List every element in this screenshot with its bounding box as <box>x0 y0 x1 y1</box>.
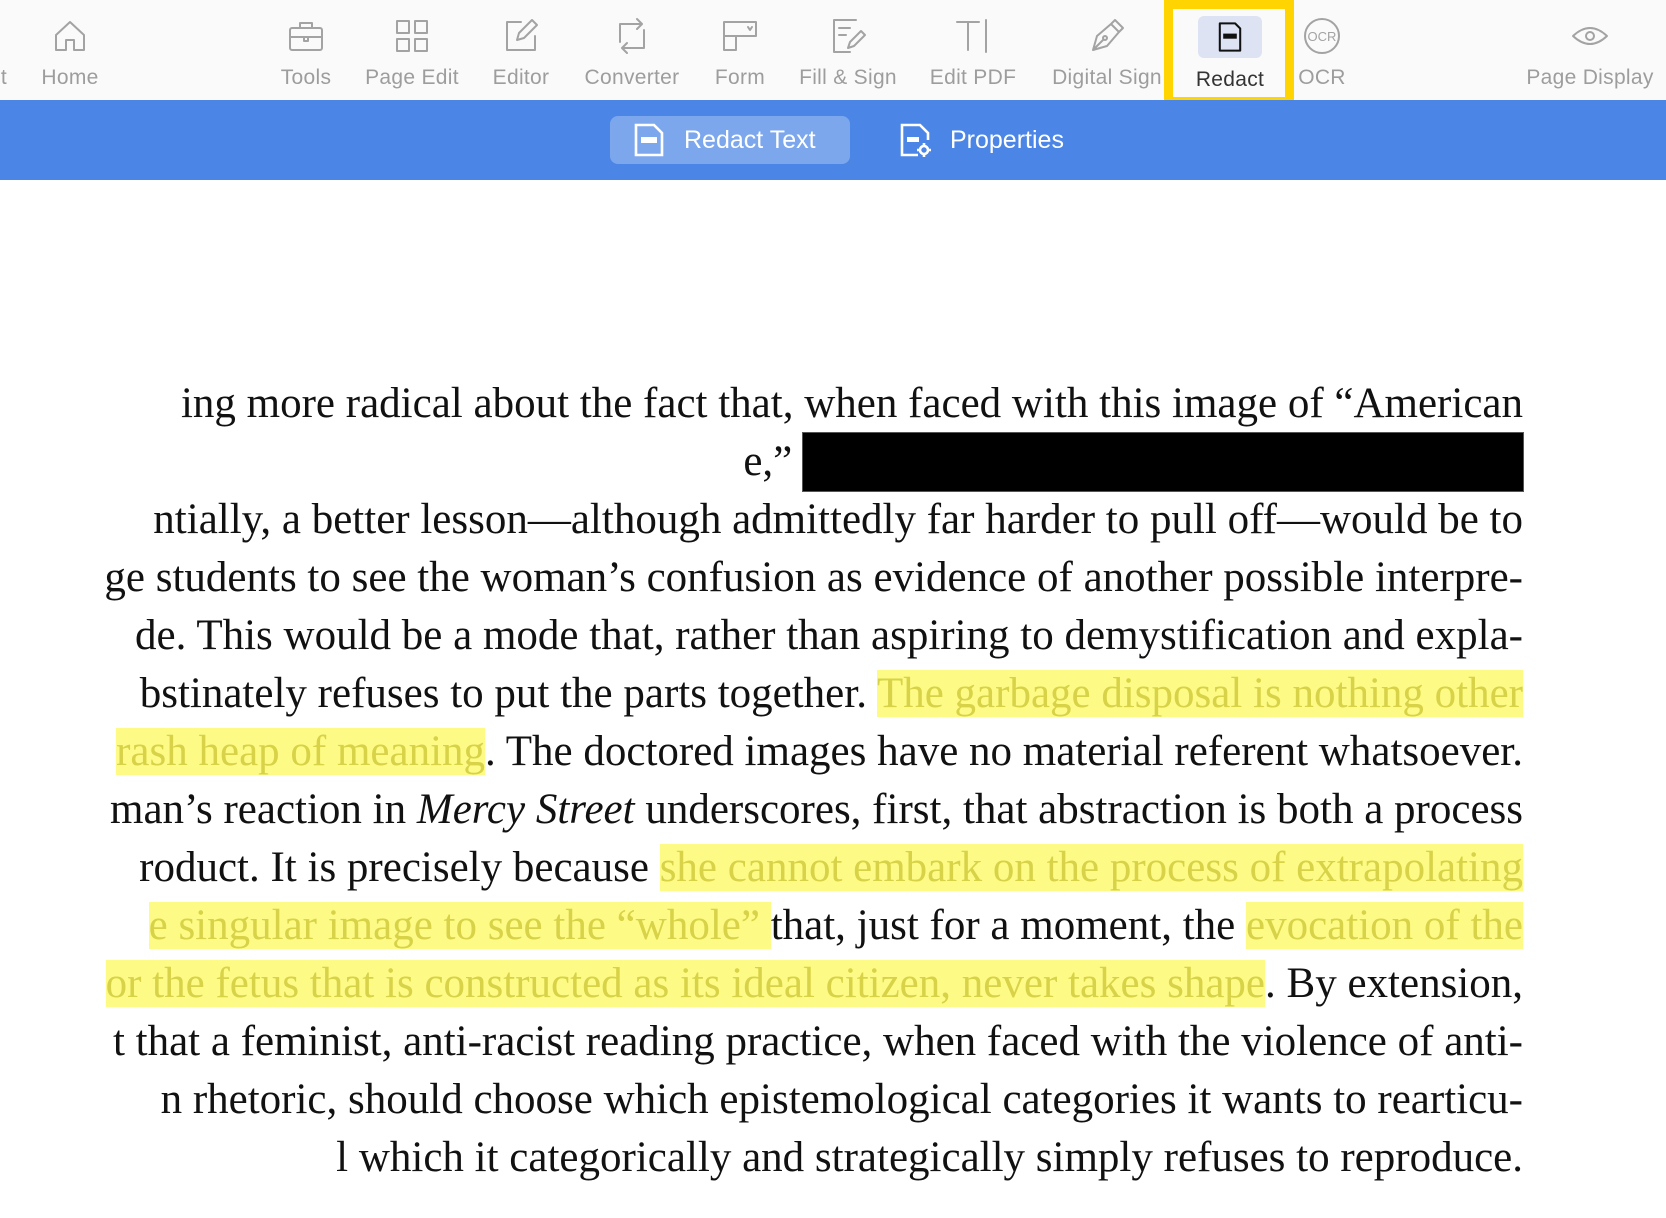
toolbar-item-truncated[interactable]: t <box>0 0 16 100</box>
text-line[interactable]: ntially, a better lesson—although admitt… <box>0 491 1523 549</box>
toolbar-item-label: Digital Sign <box>1052 66 1162 89</box>
pen-nib-icon <box>1085 14 1129 58</box>
toolbar-item-fill-sign[interactable]: Fill & Sign <box>788 0 908 100</box>
ocr-icon: OCR <box>1300 14 1344 58</box>
toolbar-item-label: Converter <box>584 66 680 89</box>
fill-sign-icon <box>826 14 870 58</box>
main-toolbar: t Home Tools Page Edit Editor Converter … <box>0 0 1666 101</box>
briefcase-icon <box>284 14 328 58</box>
toolbar-item-label: Home <box>41 66 99 89</box>
text-line[interactable]: de. This would be a mode that, rather th… <box>0 607 1523 665</box>
toolbar-item-label: Page Display <box>1526 66 1654 89</box>
text-run: underscores, first, that abstraction is … <box>634 786 1523 833</box>
text-line[interactable]: ing more radical about the fact that, wh… <box>0 375 1523 433</box>
toolbar-item-edit-pdf[interactable]: Edit PDF <box>920 0 1026 100</box>
toolbar-item-form[interactable]: Form <box>700 0 780 100</box>
toolbar-item-label: Edit PDF <box>929 66 1017 89</box>
toolbar-item-home[interactable]: Home <box>30 0 110 100</box>
toolbar-item-label: Tools <box>280 66 332 89</box>
redaction-mark-highlight: or the fetus that is constructed as its … <box>105 960 1266 1007</box>
eye-icon <box>1568 14 1612 58</box>
redaction-box[interactable] <box>803 433 1523 491</box>
text-line[interactable]: e,” <box>0 433 1523 491</box>
text-line[interactable]: e singular image to see the “whole” that… <box>0 897 1523 955</box>
toolbar-item-label: Editor <box>492 66 550 89</box>
toolbar-item-page-display[interactable]: Page Display <box>1520 0 1660 100</box>
grid-icon <box>390 14 434 58</box>
text-run: de. This would be a mode that, rather th… <box>135 612 1523 659</box>
text-run: that, just for a moment, the <box>770 902 1246 949</box>
properties-label: Properties <box>950 125 1064 154</box>
redaction-mark-highlight: she cannot embark on the process of extr… <box>659 844 1523 891</box>
toolbar-item-ocr[interactable]: OCR OCR <box>1294 0 1350 100</box>
text-line[interactable]: n rhetoric, should choose which epistemo… <box>0 1071 1523 1129</box>
text-run: . The doctored images have no material r… <box>485 728 1523 775</box>
toolbar-item-page-edit[interactable]: Page Edit <box>360 0 464 100</box>
redaction-mark-highlight: evocation of the <box>1245 902 1523 949</box>
toolbar-item-redact[interactable]: Redact <box>1178 0 1282 100</box>
toolbar-item-converter[interactable]: Converter <box>580 0 684 100</box>
text-line[interactable]: rash heap of meaning. The doctored image… <box>0 723 1523 781</box>
text-line[interactable]: t that a feminist, anti-racist reading p… <box>0 1013 1523 1071</box>
text-line[interactable]: roduct. It is precisely because she cann… <box>0 839 1523 897</box>
toolbar-item-label: Page Edit <box>365 66 459 89</box>
text-line[interactable]: ge students to see the woman’s confusion… <box>0 549 1523 607</box>
text-line[interactable]: l which it categorically and strategical… <box>0 1129 1523 1187</box>
form-icon <box>718 14 762 58</box>
text-run: Mercy Street <box>416 786 635 833</box>
toolbar-item-label: Redact <box>1195 68 1265 91</box>
convert-icon <box>610 14 654 58</box>
document-page[interactable]: ing more radical about the fact that, wh… <box>0 181 1666 1218</box>
toolbar-item-label: Form <box>714 66 766 89</box>
redaction-mark-highlight: The garbage disposal is nothing other <box>876 670 1523 717</box>
truncated-icon <box>0 14 26 58</box>
text-run: t that a feminist, anti-racist reading p… <box>112 1018 1523 1065</box>
text-run: man’s reaction in <box>110 786 417 833</box>
text-run: . By extension, <box>1265 960 1523 1007</box>
home-icon <box>48 14 92 58</box>
toolbar-item-editor[interactable]: Editor <box>480 0 562 100</box>
text-run: n rhetoric, should choose which epistemo… <box>160 1076 1523 1123</box>
text-run: ing more radical about the fact that, wh… <box>180 380 1523 427</box>
text-run: ge students to see the woman’s confusion… <box>104 554 1523 601</box>
text-line[interactable]: or the fetus that is constructed as its … <box>0 955 1523 1013</box>
properties-button[interactable]: Properties <box>876 116 1096 164</box>
text-cursor-icon <box>951 14 995 58</box>
text-run: e,” <box>743 438 803 485</box>
text-run: l which it categorically and strategical… <box>336 1134 1523 1181</box>
toolbar-item-label: Fill & Sign <box>799 66 897 89</box>
text-line[interactable]: man’s reaction in Mercy Street underscor… <box>0 781 1523 839</box>
redact-text-label: Redact Text <box>684 125 816 154</box>
text-run: ntially, a better lesson—although admitt… <box>153 496 1523 543</box>
text-run: roduct. It is precisely because <box>139 844 660 891</box>
text-run: bstinately refuses to put the parts toge… <box>139 670 877 717</box>
toolbar-item-label: t <box>0 66 8 89</box>
toolbar-item-label: OCR <box>1298 66 1346 89</box>
toolbar-item-digital-sign[interactable]: Digital Sign <box>1040 0 1174 100</box>
properties-icon <box>900 123 931 157</box>
redact-icon <box>1198 16 1262 58</box>
svg-text:OCR: OCR <box>1308 29 1337 44</box>
text-line[interactable]: bstinately refuses to put the parts toge… <box>0 665 1523 723</box>
edit-icon <box>499 14 543 58</box>
redact-text-button[interactable]: Redact Text <box>610 116 850 164</box>
redaction-mark-highlight: e singular image to see the “whole” <box>148 902 771 949</box>
redaction-mark-highlight: rash heap of meaning <box>116 728 486 775</box>
toolbar-item-tools[interactable]: Tools <box>266 0 346 100</box>
redact-subtoolbar: Redact Text Properties <box>0 100 1666 180</box>
redact-text-icon <box>634 123 664 157</box>
